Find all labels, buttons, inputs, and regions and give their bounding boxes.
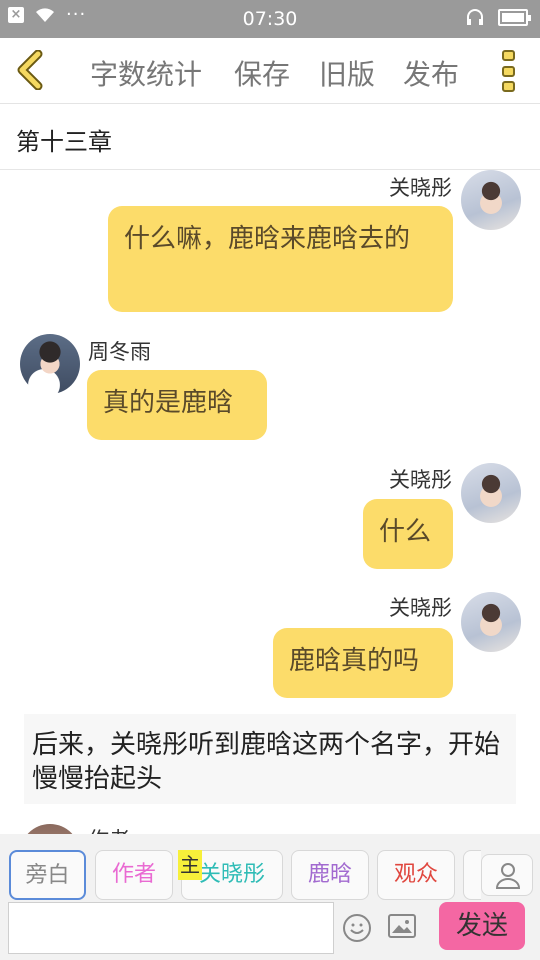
more-menu-icon[interactable] xyxy=(500,50,518,92)
role-button-author[interactable]: 作者 xyxy=(95,850,173,900)
composer-panel: 旁白 作者 关晓彤 主 鹿晗 观众 发送 xyxy=(0,834,540,960)
avatar[interactable] xyxy=(20,824,80,834)
role-button-audience[interactable]: 观众 xyxy=(377,850,455,900)
message-bubble[interactable]: 什么 xyxy=(363,499,453,569)
battery-icon xyxy=(498,8,531,26)
chapter-title[interactable]: 第十三章 xyxy=(16,122,112,157)
back-arrow-icon[interactable] xyxy=(12,50,48,90)
input-row: 发送 xyxy=(0,900,540,960)
smiley-icon xyxy=(350,923,364,934)
word-count-button[interactable]: 字数统计 xyxy=(90,53,202,93)
chapter-title-bar[interactable]: 第十三章 xyxy=(0,104,540,170)
sender-name: 关晓彤 xyxy=(389,468,452,492)
publish-button[interactable]: 发布 xyxy=(403,53,459,93)
old-version-button[interactable]: 旧版 xyxy=(319,53,375,93)
narration-block[interactable]: 后来，关晓彤听到鹿晗这两个名字，开始慢慢抬起头 xyxy=(24,714,516,804)
avatar[interactable] xyxy=(461,592,521,652)
clock: 07:30 xyxy=(242,8,298,30)
avatar[interactable] xyxy=(461,463,521,523)
status-bar: × ··· 07:30 xyxy=(0,0,540,38)
avatar[interactable] xyxy=(461,170,521,230)
picture-icon xyxy=(392,920,412,933)
role-selector: 旁白 作者 关晓彤 主 鹿晗 观众 xyxy=(0,834,540,900)
sender-name: 作者 xyxy=(88,824,130,834)
message-bubble[interactable]: 什么嘛，鹿晗来鹿晗去的 xyxy=(108,206,453,312)
message-bubble[interactable]: 真的是鹿晗 xyxy=(87,370,267,440)
sender-name: 关晓彤 xyxy=(389,596,452,620)
role-button-overflow[interactable] xyxy=(463,850,481,900)
sender-name: 周冬雨 xyxy=(88,340,151,364)
user-icon xyxy=(495,863,521,889)
headphones-icon xyxy=(467,9,483,25)
message-input[interactable] xyxy=(8,902,334,954)
role-button-narration[interactable]: 旁白 xyxy=(9,850,86,900)
message-bubble[interactable]: 鹿晗真的吗 xyxy=(273,628,453,698)
save-button[interactable]: 保存 xyxy=(234,53,290,93)
chat-area[interactable]: 关晓彤 什么嘛，鹿晗来鹿晗去的 周冬雨 真的是鹿晗 关晓彤 什么 关晓彤 鹿晗真… xyxy=(0,170,540,834)
image-icon[interactable] xyxy=(388,914,416,938)
sender-name: 关晓彤 xyxy=(389,176,452,200)
host-badge: 主 xyxy=(178,850,202,880)
editor-toolbar: 字数统计 保存 旧版 发布 xyxy=(0,38,540,104)
role-button-lu-han[interactable]: 鹿晗 xyxy=(291,850,369,900)
emoji-icon[interactable] xyxy=(343,914,371,942)
user-profile-button[interactable] xyxy=(481,854,533,896)
avatar[interactable] xyxy=(20,334,80,394)
send-button[interactable]: 发送 xyxy=(439,902,525,950)
